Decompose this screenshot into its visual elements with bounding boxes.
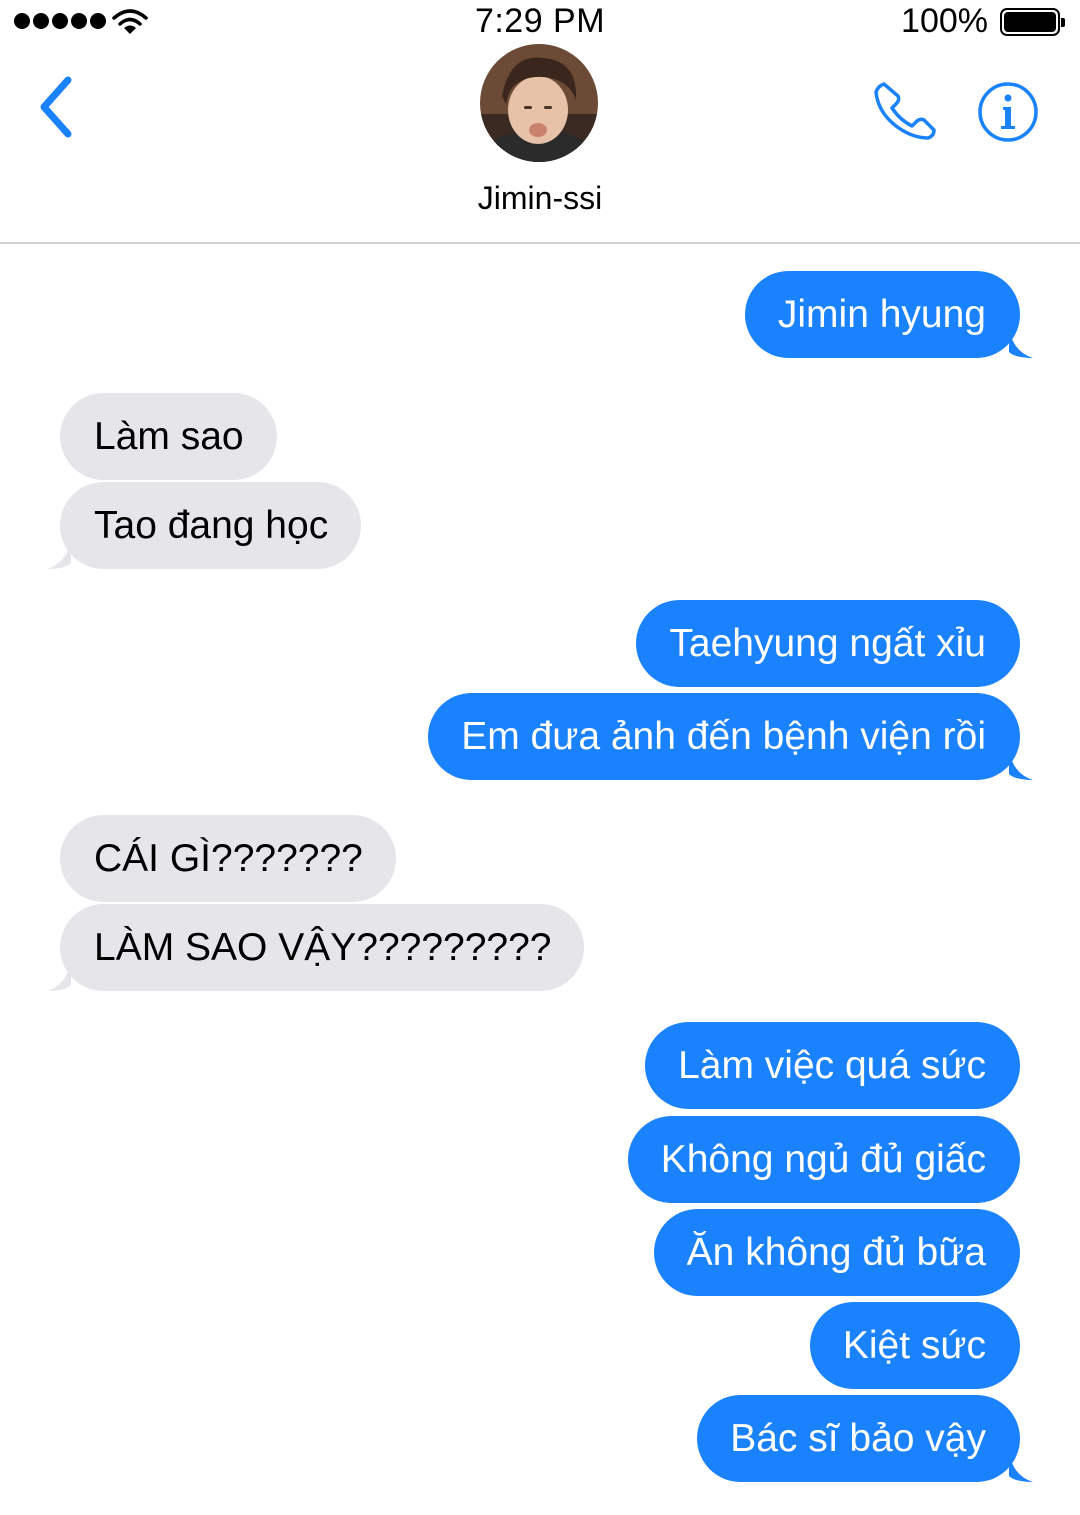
info-icon xyxy=(978,82,1038,142)
chevron-left-icon xyxy=(40,76,72,138)
message-bubble-outgoing[interactable]: Kiệt sức xyxy=(809,1302,1020,1389)
message-text: Em đưa ảnh đến bệnh viện rồi xyxy=(461,714,986,758)
bubble-tail xyxy=(47,961,71,991)
message-text: Kiệt sức xyxy=(842,1323,986,1367)
contact-name[interactable]: Jimin-ssi xyxy=(0,180,1080,217)
message-bubble-outgoing[interactable]: Taehyung ngất xỉu xyxy=(636,600,1020,687)
back-button[interactable] xyxy=(30,72,90,142)
phone-icon xyxy=(874,82,936,140)
message-text: Không ngủ đủ giấc xyxy=(660,1137,986,1181)
bubble-tail xyxy=(47,539,71,569)
message-text: Bác sĩ bảo vậy xyxy=(730,1416,986,1460)
message-bubble-incoming[interactable]: LÀM SAO VẬY????????? xyxy=(47,904,585,991)
avatar-photo xyxy=(480,44,598,162)
bubble-tail xyxy=(1009,328,1033,358)
contact-avatar[interactable] xyxy=(480,44,598,162)
battery-icon xyxy=(1000,8,1065,36)
message-text: Làm sao xyxy=(94,414,244,458)
message-text: LÀM SAO VẬY????????? xyxy=(94,925,552,969)
message-bubble-outgoing[interactable]: Bác sĩ bảo vậy xyxy=(697,1395,1033,1482)
info-button[interactable] xyxy=(976,80,1040,144)
message-text: CÁI GÌ??????? xyxy=(94,836,363,880)
message-bubble-incoming[interactable]: Tao đang học xyxy=(47,482,362,569)
bubble-tail xyxy=(1009,750,1033,780)
message-text: Làm việc quá sức xyxy=(678,1043,986,1087)
message-text: Taehyung ngất xỉu xyxy=(669,621,986,665)
message-bubble-outgoing[interactable]: Jimin hyung xyxy=(744,271,1033,358)
message-bubble-outgoing[interactable]: Em đưa ảnh đến bệnh viện rồi xyxy=(428,693,1033,780)
message-text: Ăn không đủ bữa xyxy=(686,1230,986,1274)
messages-screen: Jimin-ssi 7:29 PM 100% Jimin hyung Làm s… xyxy=(0,0,1080,1515)
message-bubble-incoming[interactable]: CÁI GÌ??????? xyxy=(60,815,396,902)
bubble-tail xyxy=(1009,1452,1033,1482)
message-bubble-outgoing[interactable]: Ăn không đủ bữa xyxy=(653,1209,1020,1296)
message-text: Tao đang học xyxy=(94,503,329,547)
message-bubble-outgoing[interactable]: Làm việc quá sức xyxy=(645,1022,1020,1109)
status-bar: 7:29 PM 100% xyxy=(0,0,1080,44)
call-button[interactable] xyxy=(870,78,940,144)
message-bubble-outgoing[interactable]: Không ngủ đủ giấc xyxy=(627,1116,1020,1203)
battery-percent: 100% xyxy=(901,2,988,40)
message-bubble-incoming[interactable]: Làm sao xyxy=(60,393,277,480)
message-text: Jimin hyung xyxy=(777,292,986,336)
